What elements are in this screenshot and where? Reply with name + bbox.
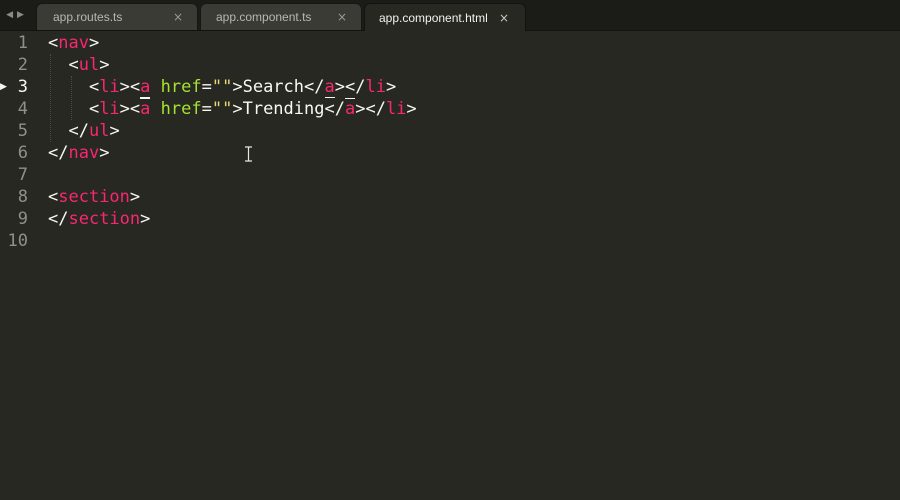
code-token-text: Search xyxy=(242,77,305,97)
code-token-string: "" xyxy=(211,99,233,119)
code-token-punct: > xyxy=(232,99,243,119)
code-line: <li><a href="">Search</a></li> xyxy=(48,76,396,98)
tab-app-routes-ts[interactable]: app.routes.ts × xyxy=(36,3,198,30)
code-line: <section> xyxy=(48,186,140,208)
tab-label: app.component.ts xyxy=(216,10,312,24)
line-number: 1 xyxy=(17,33,28,53)
tab-label: app.routes.ts xyxy=(53,10,123,24)
line-number: 10 xyxy=(7,231,28,251)
code-token-punct: < xyxy=(48,55,79,75)
line-number-gutter: ▶ 1 2 3 4 5 6 7 8 9 10 xyxy=(0,32,40,500)
code-token-tag: li xyxy=(99,77,120,97)
code-token-tag: nav xyxy=(58,33,89,53)
code-token-string: "" xyxy=(211,77,233,97)
code-token-punct: </ xyxy=(48,143,69,163)
code-token-punct: > xyxy=(129,187,141,207)
code-token-punct: > xyxy=(406,99,417,119)
code-token-punct: >< xyxy=(119,77,141,97)
code-token-punct: < xyxy=(48,77,100,97)
code-token-tag: a xyxy=(140,77,151,98)
tab-nav-arrows: ◀ ▶ xyxy=(0,0,30,30)
code-line: <nav> xyxy=(48,32,99,54)
code-token-tag: ul xyxy=(88,121,110,141)
code-token-punct: </ xyxy=(48,209,69,229)
current-line-marker-icon: ▶ xyxy=(0,82,7,92)
tab-bar: ◀ ▶ app.routes.ts × app.component.ts × a… xyxy=(0,0,900,31)
code-token-punct: ></ xyxy=(334,77,366,97)
code-token-punct: < xyxy=(48,33,59,53)
line-number: 7 xyxy=(17,165,28,185)
line-number: 2 xyxy=(17,55,28,75)
line-number: 5 xyxy=(17,121,28,141)
code-token-punct: > xyxy=(109,121,120,141)
code-token-attr: href xyxy=(160,99,202,119)
code-token-tag: li xyxy=(365,77,386,97)
code-token-punct: < xyxy=(48,99,100,119)
code-token-punct: </ xyxy=(324,99,345,119)
code-token-punct: > xyxy=(99,55,110,75)
code-token-punct: > xyxy=(140,209,151,229)
text-cursor-icon xyxy=(245,146,252,162)
code-token-punct: > xyxy=(385,77,397,97)
code-line: <li><a href="">Trending</a></li> xyxy=(48,98,417,120)
code-token-punct: = xyxy=(201,99,212,119)
code-token-text: Trending xyxy=(242,99,325,119)
code-token-tag: ul xyxy=(78,55,100,75)
code-token-tag: a xyxy=(344,98,356,119)
line-number: 6 xyxy=(17,143,28,163)
line-number: 9 xyxy=(17,209,28,229)
arrow-right-icon[interactable]: ▶ xyxy=(17,10,24,20)
close-icon[interactable]: × xyxy=(499,12,509,24)
code-token-punct: </ xyxy=(48,121,89,141)
code-token-tag: section xyxy=(68,209,141,229)
code-token-punct: = xyxy=(201,77,212,97)
code-token-tag: nav xyxy=(68,143,100,163)
tab-app-component-html[interactable]: app.component.html × xyxy=(364,3,526,31)
tab-app-component-ts[interactable]: app.component.ts × xyxy=(200,3,362,30)
close-icon[interactable]: × xyxy=(173,11,183,23)
code-token-punct: </ xyxy=(304,77,325,97)
close-icon[interactable]: × xyxy=(337,11,347,23)
code-token-punct: ></ xyxy=(355,99,386,119)
code-token-punct: > xyxy=(232,77,243,97)
code-token-punct: < xyxy=(48,187,59,207)
editor-window: ◀ ▶ app.routes.ts × app.component.ts × a… xyxy=(0,0,900,500)
code-line: </nav> xyxy=(48,142,109,164)
code-token-attr: href xyxy=(160,77,202,97)
code-line: </section> xyxy=(48,208,150,230)
line-number: 4 xyxy=(17,99,28,119)
tab-label: app.component.html xyxy=(379,10,488,25)
code-token-tag: li xyxy=(99,99,120,119)
code-token-punct: >< xyxy=(119,99,141,119)
code-area[interactable]: <nav> <ul> <li><a href="">Search</a></li… xyxy=(48,32,888,500)
code-token-tag: section xyxy=(58,187,130,207)
code-line: <ul> xyxy=(48,54,109,76)
line-number: 3 xyxy=(17,77,28,97)
line-number: 8 xyxy=(17,187,28,207)
code-token-punct: > xyxy=(88,33,100,53)
arrow-left-icon[interactable]: ◀ xyxy=(6,10,13,20)
code-line: </ul> xyxy=(48,120,120,142)
code-token-punct: > xyxy=(99,143,110,163)
code-token-tag: a xyxy=(324,77,335,98)
code-token-tag: a xyxy=(140,98,151,119)
code-token-tag: li xyxy=(385,99,407,119)
